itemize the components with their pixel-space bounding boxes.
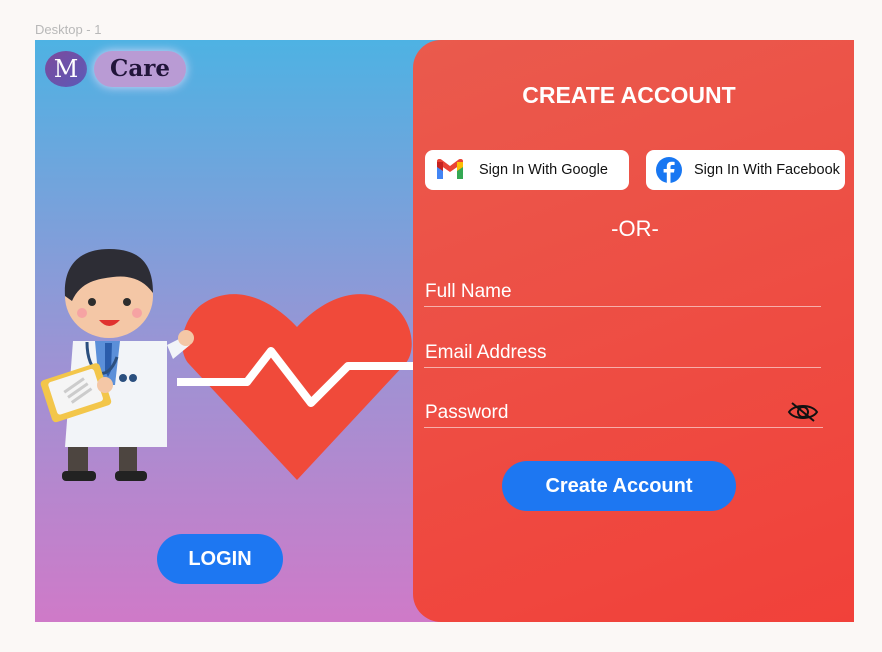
create-account-panel: CREATE ACCOUNT Sign In With Google Sign … bbox=[413, 40, 854, 622]
full-name-placeholder: Full Name bbox=[425, 281, 512, 302]
desktop-frame: M Care LOGIN CREATE ACCOUNT Sign In With… bbox=[35, 40, 854, 622]
logo-text: Care bbox=[94, 51, 186, 87]
gmail-icon bbox=[437, 159, 463, 179]
google-signin-label: Sign In With Google bbox=[479, 162, 608, 178]
frame-label: Desktop - 1 bbox=[35, 22, 102, 37]
facebook-signin-label: Sign In With Facebook bbox=[694, 162, 840, 178]
heart-pulse-illustration bbox=[177, 294, 413, 480]
or-divider: -OR- bbox=[611, 216, 659, 241]
email-field[interactable]: Email Address bbox=[424, 337, 821, 368]
logo-badge: M bbox=[45, 51, 87, 87]
doctor-heart-illustration bbox=[40, 249, 413, 481]
google-signin-button[interactable]: Sign In With Google bbox=[425, 150, 629, 190]
full-name-field[interactable]: Full Name bbox=[424, 276, 821, 307]
password-placeholder: Password bbox=[425, 402, 509, 423]
eye-slash-icon[interactable] bbox=[787, 401, 819, 423]
email-placeholder: Email Address bbox=[425, 342, 547, 363]
doctor-illustration bbox=[40, 249, 194, 481]
create-account-button[interactable]: Create Account bbox=[502, 461, 736, 511]
password-field[interactable]: Password bbox=[424, 397, 823, 428]
facebook-signin-button[interactable]: Sign In With Facebook bbox=[646, 150, 845, 190]
facebook-icon bbox=[656, 157, 682, 183]
login-button[interactable]: LOGIN bbox=[157, 534, 283, 584]
panel-title: CREATE ACCOUNT bbox=[522, 82, 736, 108]
